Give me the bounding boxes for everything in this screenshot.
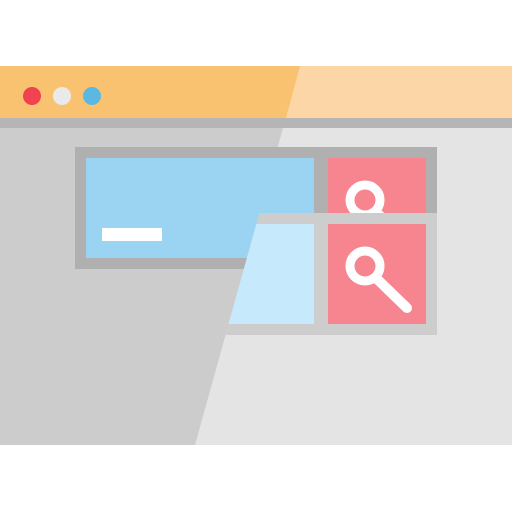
titlebar-dark-region xyxy=(0,66,300,118)
maximize-dot[interactable] xyxy=(83,87,101,105)
browser-illustration xyxy=(0,0,512,512)
search-input-field xyxy=(86,158,314,258)
search-input-bg xyxy=(86,158,314,258)
search-button[interactable] xyxy=(328,158,426,258)
minimize-dot[interactable] xyxy=(53,87,71,105)
search-input[interactable] xyxy=(86,158,314,258)
titlebar-border xyxy=(0,118,512,128)
search-button-bg xyxy=(328,158,426,258)
text-cursor xyxy=(102,228,162,241)
search-bar xyxy=(75,147,437,269)
titlebar xyxy=(0,66,512,118)
close-dot[interactable] xyxy=(23,87,41,105)
